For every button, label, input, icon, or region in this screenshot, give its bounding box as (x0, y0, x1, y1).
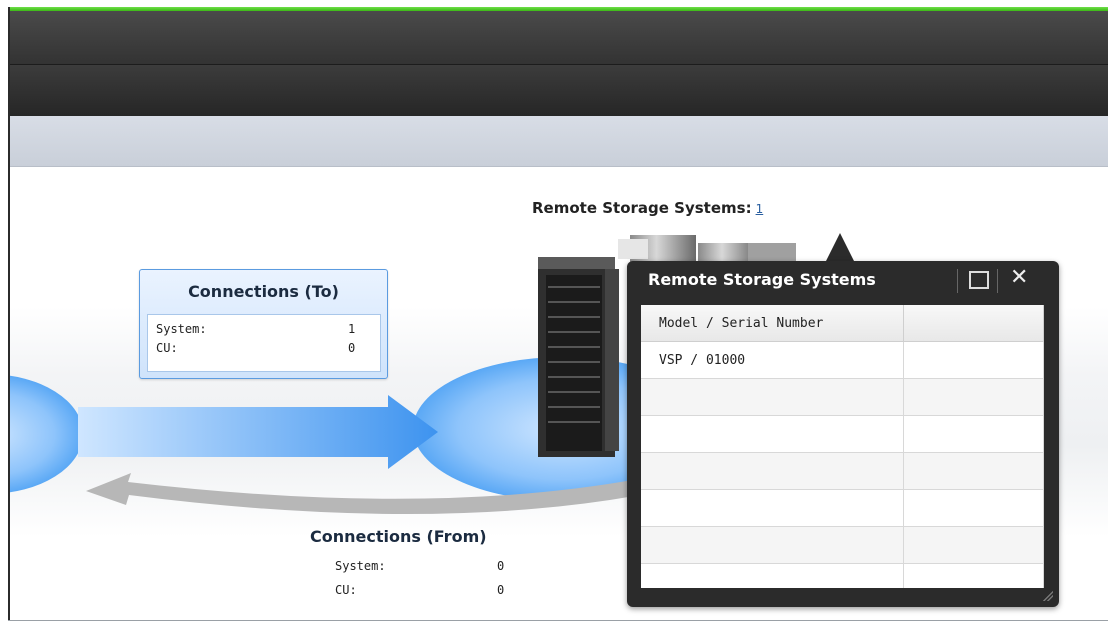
remote-storage-table: Model / Serial Number VSP / 01000 (641, 305, 1044, 588)
maximize-icon[interactable] (969, 271, 989, 289)
table-cell[interactable] (903, 489, 1044, 527)
connections-from-title: Connections (From) (310, 527, 487, 546)
resize-grip-icon[interactable] (1043, 591, 1053, 601)
table-cell[interactable] (641, 526, 904, 564)
connections-from-cu-label: CU: (335, 583, 357, 597)
connections-from-system-value: 0 (497, 559, 505, 573)
connections-from-system-label: System: (335, 559, 386, 573)
title-divider (957, 269, 958, 293)
table-row[interactable] (641, 378, 1044, 416)
column-header-empty[interactable] (903, 305, 1044, 342)
connections-from-cu-value: 0 (497, 583, 505, 597)
table-row[interactable] (641, 452, 1044, 490)
column-header-model-serial[interactable]: Model / Serial Number (641, 305, 904, 342)
table-row[interactable]: VSP / 01000 (641, 341, 1044, 379)
table-row[interactable] (641, 415, 1044, 453)
app-frame: Remote Storage Systems: 1 Connections (To… (8, 7, 1108, 621)
local-storage-ellipse (8, 375, 83, 493)
bottom-divider (8, 620, 1108, 621)
table-cell[interactable] (903, 341, 1044, 379)
connections-to-cu-value: 0 (348, 341, 356, 355)
table-cell[interactable] (641, 378, 904, 416)
table-row[interactable] (641, 563, 1044, 588)
close-icon[interactable]: ✕ (1010, 265, 1028, 290)
connections-to-panel: Connections (To) System: 1 CU: 0 (139, 269, 388, 379)
table-row[interactable] (641, 489, 1044, 527)
table-cell[interactable] (641, 415, 904, 453)
window-left-edge (8, 7, 10, 621)
table-cell[interactable] (903, 563, 1044, 588)
table-cell[interactable] (903, 378, 1044, 416)
connections-to-system-label: System: (156, 322, 207, 336)
table-row[interactable] (641, 526, 1044, 564)
connections-to-cu-label: CU: (156, 341, 178, 355)
remote-storage-label-text: Remote Storage Systems: (532, 199, 752, 217)
table-cell[interactable] (641, 563, 904, 588)
popup-title: Remote Storage Systems (648, 270, 876, 289)
remote-storage-systems-popup[interactable]: Remote Storage Systems ✕ Model / Serial … (627, 261, 1059, 607)
outbound-arrow (78, 395, 438, 469)
table-cell[interactable] (903, 526, 1044, 564)
connections-to-body: System: 1 CU: 0 (147, 314, 381, 372)
remote-storage-systems-label: Remote Storage Systems: 1 (532, 199, 763, 217)
remote-storage-count-link[interactable]: 1 (756, 202, 764, 216)
table-cell[interactable] (641, 489, 904, 527)
connections-to-title: Connections (To) (188, 282, 339, 301)
table-cell[interactable] (903, 452, 1044, 490)
connections-to-system-value: 1 (348, 322, 356, 336)
table-cell[interactable] (903, 415, 1044, 453)
table-cell[interactable] (641, 452, 904, 490)
title-divider-2 (997, 269, 998, 293)
table-cell[interactable]: VSP / 01000 (641, 341, 904, 379)
